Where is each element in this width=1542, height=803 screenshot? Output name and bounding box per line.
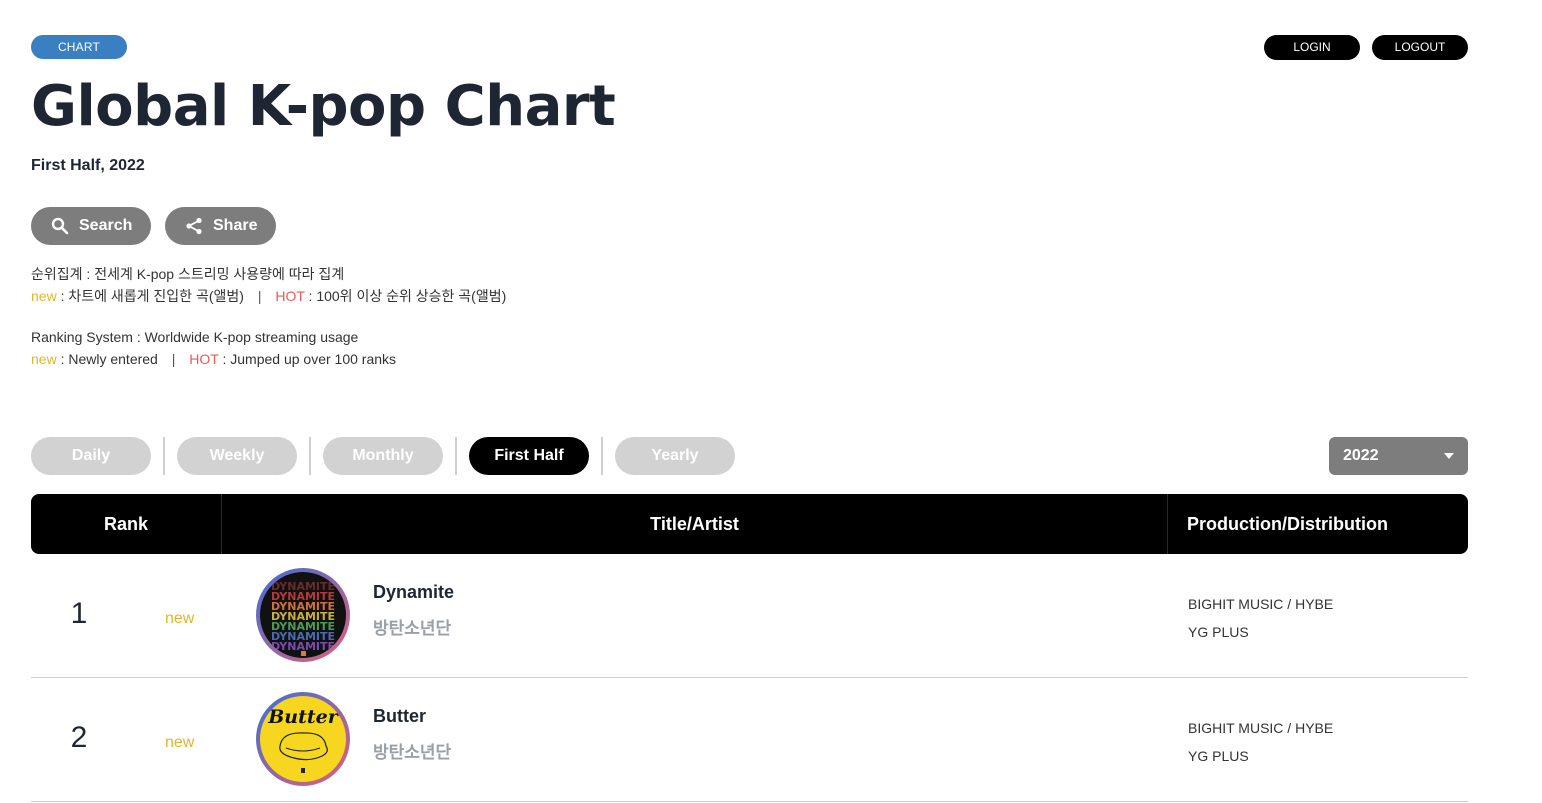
legend-en-hot: HOT <box>189 351 219 367</box>
legend-ko-new: new <box>31 288 57 304</box>
legend-ko-hot: HOT <box>275 288 305 304</box>
chart-rows: 1 new DYNAMITE DYNAMITE DYNAMITE DYNAMIT… <box>31 554 1468 802</box>
column-production: Production/Distribution <box>1187 514 1388 534</box>
legend-en-new-desc: : Newly entered <box>56 351 158 367</box>
table-row[interactable]: 1 new DYNAMITE DYNAMITE DYNAMITE DYNAMIT… <box>31 554 1468 678</box>
search-button[interactable]: Search <box>31 207 151 245</box>
song-title[interactable]: Dynamite <box>373 582 454 603</box>
legend-en-separator: | <box>171 351 176 367</box>
legend-ko-new-desc: : 차트에 새롭게 진입한 곡(앨범) <box>56 288 244 304</box>
rank-number: 2 <box>70 721 88 754</box>
auth-buttons: LOGIN LOGOUT <box>1264 35 1468 60</box>
logout-button[interactable]: LOGOUT <box>1372 35 1468 60</box>
tab-daily[interactable]: Daily <box>31 437 151 475</box>
search-icon <box>51 217 69 235</box>
legend-english: Ranking System : Worldwide K-pop streami… <box>31 326 396 370</box>
distribution-company: YG PLUS <box>1188 624 1249 640</box>
tab-divider <box>163 437 165 475</box>
tab-divider <box>455 437 457 475</box>
album-art-dynamite: DYNAMITE DYNAMITE DYNAMITE DYNAMITE DYNA… <box>260 572 346 658</box>
new-badge: new <box>165 734 195 751</box>
production-company: BIGHIT MUSIC / HYBE <box>1188 596 1334 612</box>
legend-ko-ranking: 순위집계 : 전세계 K-pop 스트리밍 사용량에 따라 집계 <box>31 266 345 282</box>
song-title[interactable]: Butter <box>373 706 426 727</box>
tab-divider <box>601 437 603 475</box>
production-info: BIGHIT MUSIC / HYBE YG PLUS <box>1188 714 1333 770</box>
page-subtitle: First Half, 2022 <box>31 157 145 174</box>
distribution-company: YG PLUS <box>1188 748 1249 764</box>
table-header: Rank Title/Artist Production/Distributio… <box>31 494 1468 554</box>
rank-number: 1 <box>70 597 88 630</box>
share-icon <box>185 217 203 235</box>
cover-title: Butter <box>267 706 340 728</box>
album-cover[interactable]: DYNAMITE DYNAMITE DYNAMITE DYNAMITE DYNA… <box>256 568 350 662</box>
column-title-artist: Title/Artist <box>222 494 1168 554</box>
legend-en-ranking: Ranking System : Worldwide K-pop streami… <box>31 329 359 345</box>
column-rank: Rank <box>31 494 222 554</box>
share-label: Share <box>213 217 258 234</box>
share-button[interactable]: Share <box>165 207 276 245</box>
legend-ko-keys: new : 차트에 새롭게 진입한 곡(앨범) | HOT : 100위 이상 … <box>31 285 506 307</box>
song-artist[interactable]: 방탄소년단 <box>373 614 451 639</box>
tab-monthly[interactable]: Monthly <box>323 437 443 475</box>
legend-korean: 순위집계 : 전세계 K-pop 스트리밍 사용량에 따라 집계 new : 차… <box>31 263 506 307</box>
table-row[interactable]: 2 new Butter Butter 방탄소년단 BIGHIT MUSIC /… <box>31 678 1468 802</box>
year-select-value: 2022 <box>1343 447 1379 464</box>
album-art-butter: Butter <box>260 696 346 782</box>
legend-en-new: new <box>31 351 57 367</box>
tab-weekly[interactable]: Weekly <box>177 437 297 475</box>
period-tabs: Daily Weekly Monthly First Half Yearly <box>31 437 735 475</box>
legend-ko-hot-desc: : 100위 이상 순위 상승한 곡(앨범) <box>304 288 507 304</box>
year-select[interactable]: 2022 <box>1329 437 1468 475</box>
song-artist[interactable]: 방탄소년단 <box>373 738 451 763</box>
album-cover[interactable]: Butter <box>256 692 350 786</box>
search-label: Search <box>79 217 133 234</box>
new-badge: new <box>165 610 195 627</box>
legend-ko-separator: | <box>257 288 262 304</box>
production-company: BIGHIT MUSIC / HYBE <box>1188 720 1334 736</box>
page-title: Global K-pop Chart <box>31 74 616 139</box>
legend-en-hot-desc: : Jumped up over 100 ranks <box>218 351 397 367</box>
login-button[interactable]: LOGIN <box>1264 35 1360 60</box>
tab-yearly[interactable]: Yearly <box>615 437 735 475</box>
action-row: Search Share <box>31 207 276 245</box>
tab-first-half[interactable]: First Half <box>469 437 589 475</box>
chart-badge: CHART <box>31 35 127 59</box>
tab-divider <box>309 437 311 475</box>
legend-en-keys: new : Newly entered | HOT : Jumped up ov… <box>31 348 396 370</box>
chevron-down-icon <box>1444 453 1454 459</box>
production-info: BIGHIT MUSIC / HYBE YG PLUS <box>1188 590 1333 646</box>
